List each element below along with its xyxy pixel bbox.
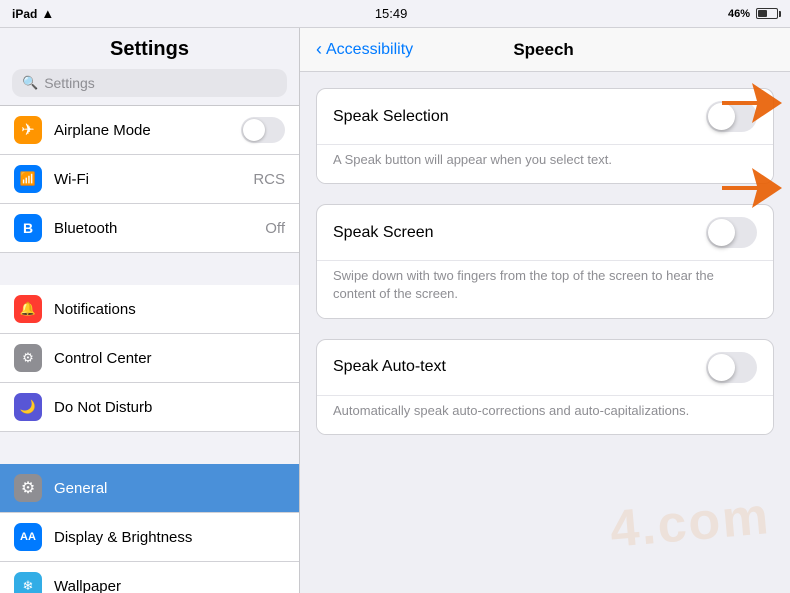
wifi-icon: ▲ [41,6,54,21]
battery-percent: 46% [728,8,750,20]
speak-screen-row: Speak Screen [317,205,773,261]
speak-selection-label: Speak Selection [333,108,706,126]
speak-screen-group: Speak Screen Swipe down with two fingers… [316,204,774,318]
speak-selection-group: Speak Selection A Speak button will appe… [316,88,774,184]
back-chevron-icon: ‹ [316,39,322,60]
sidebar: Settings 🔍 Settings ✈ Airplane Mode 📶 Wi… [0,28,300,593]
do-not-disturb-label: Do Not Disturb [54,399,285,416]
wallpaper-icon: ❄ [14,572,42,593]
speak-selection-toggle[interactable] [706,101,757,132]
airplane-mode-toggle[interactable] [241,117,285,143]
sidebar-item-control-center[interactable]: ⚙ Control Center [0,334,299,383]
search-placeholder: Settings [44,75,95,91]
nav-title: Speech [413,40,674,60]
back-label[interactable]: Accessibility [326,41,413,59]
speak-autotext-toggle[interactable] [706,352,757,383]
sidebar-item-airplane-mode[interactable]: ✈ Airplane Mode [0,106,299,155]
sidebar-item-general[interactable]: ⚙ General [0,464,299,513]
wifi-setting-icon: 📶 [14,165,42,193]
display-label: Display & Brightness [54,529,285,546]
wifi-value: RCS [253,171,285,188]
content-area: ‹ Accessibility Speech Speak Selection A… [300,28,790,593]
display-icon: AA [14,523,42,551]
general-icon: ⚙ [14,474,42,502]
speak-screen-description: Swipe down with two fingers from the top… [317,261,773,317]
bluetooth-value: Off [265,220,285,237]
wallpaper-label: Wallpaper [54,578,285,593]
settings-panels: Speak Selection A Speak button will appe… [300,72,790,593]
speak-autotext-group: Speak Auto-text Automatically speak auto… [316,339,774,435]
sidebar-title: Settings [0,28,299,69]
do-not-disturb-icon: 🌙 [14,393,42,421]
search-icon: 🔍 [22,75,38,91]
speak-screen-toggle[interactable] [706,217,757,248]
sidebar-item-do-not-disturb[interactable]: 🌙 Do Not Disturb [0,383,299,432]
sidebar-item-bluetooth[interactable]: B Bluetooth Off [0,204,299,253]
airplane-mode-icon: ✈ [14,116,42,144]
battery-icon [756,8,778,19]
wifi-label: Wi-Fi [54,171,241,188]
speak-autotext-row: Speak Auto-text [317,340,773,396]
airplane-mode-label: Airplane Mode [54,122,229,139]
notifications-label: Notifications [54,301,285,318]
nav-bar: ‹ Accessibility Speech [300,28,790,72]
status-time: 15:49 [375,6,408,21]
speak-autotext-label: Speak Auto-text [333,358,706,376]
status-bar: iPad ▲ 15:49 46% [0,0,790,28]
bluetooth-icon: B [14,214,42,242]
sidebar-item-wifi[interactable]: 📶 Wi-Fi RCS [0,155,299,204]
speak-autotext-description: Automatically speak auto-corrections and… [317,396,773,434]
search-bar[interactable]: 🔍 Settings [12,69,287,97]
sidebar-list: ✈ Airplane Mode 📶 Wi-Fi RCS B Bluetooth … [0,106,299,593]
control-center-label: Control Center [54,350,285,367]
notifications-icon: 🔔 [14,295,42,323]
bluetooth-label: Bluetooth [54,220,253,237]
sidebar-item-display[interactable]: AA Display & Brightness [0,513,299,562]
speak-selection-row: Speak Selection [317,89,773,145]
sidebar-item-notifications[interactable]: 🔔 Notifications [0,285,299,334]
ipad-label: iPad [12,7,37,21]
speak-selection-description: A Speak button will appear when you sele… [317,145,773,183]
speak-screen-label: Speak Screen [333,224,706,242]
control-center-icon: ⚙ [14,344,42,372]
nav-back-button[interactable]: ‹ Accessibility [316,39,413,60]
general-label: General [54,480,285,497]
sidebar-item-wallpaper[interactable]: ❄ Wallpaper [0,562,299,593]
